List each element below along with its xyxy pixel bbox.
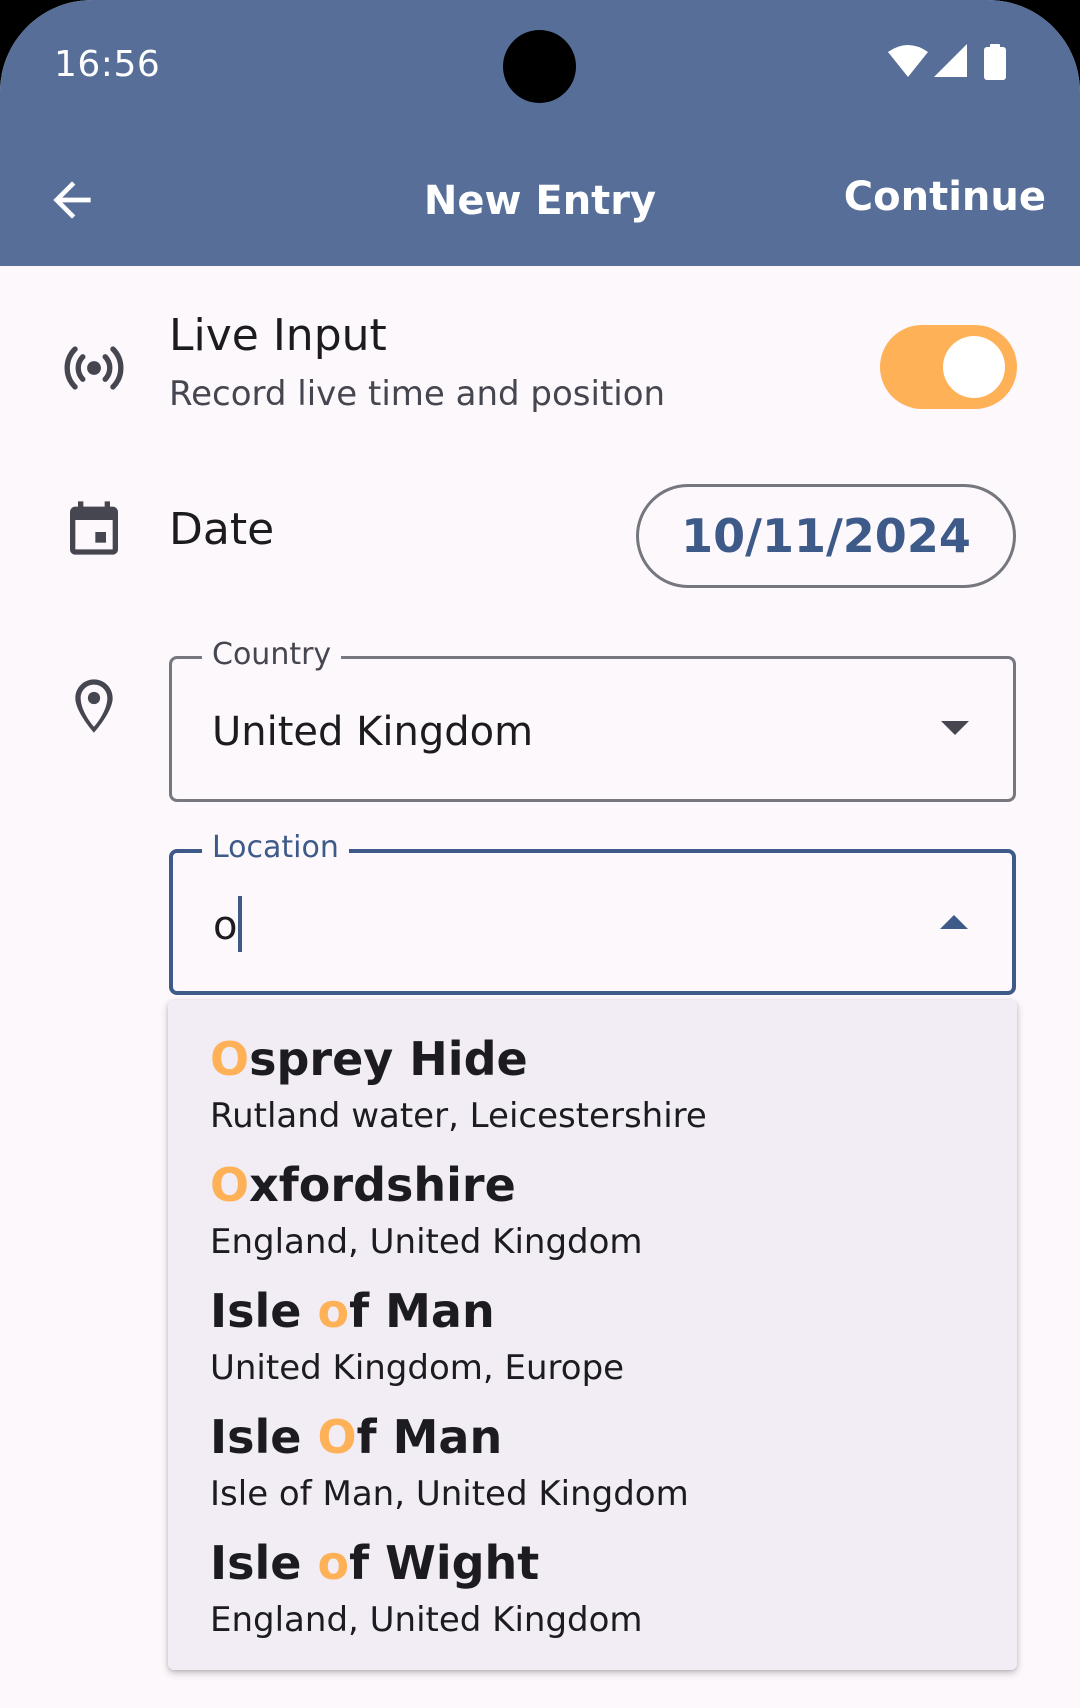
suggestion-subtitle: Rutland water, Leicestershire	[210, 1096, 707, 1136]
match-highlight: O	[210, 1158, 250, 1212]
broadcast-icon	[62, 336, 126, 400]
suggestion-title: Oxfordshire	[210, 1158, 643, 1212]
title-prefix: Isle	[210, 1536, 318, 1590]
battery-icon	[984, 44, 1006, 85]
country-value: United Kingdom	[212, 709, 534, 755]
toggle-knob	[943, 336, 1005, 398]
suggestion-title: Isle Of Man	[210, 1410, 689, 1464]
date-picker-button[interactable]: 10/11/2024	[636, 484, 1016, 588]
location-pin-icon	[62, 674, 126, 738]
camera-cutout	[503, 30, 576, 103]
chevron-down-icon	[941, 721, 969, 735]
match-highlight: o	[317, 1536, 350, 1590]
title-suffix: sprey Hide	[249, 1032, 528, 1086]
live-input-subtitle: Record live time and position	[169, 374, 666, 414]
continue-button[interactable]: Continue	[844, 174, 1046, 220]
location-label: Location	[202, 830, 349, 865]
title-suffix: xfordshire	[249, 1158, 516, 1212]
live-input-title: Live Input	[169, 310, 387, 361]
location-value: o	[213, 903, 238, 949]
suggestion-title: Isle of Wight	[210, 1536, 643, 1590]
live-input-toggle[interactable]	[880, 325, 1017, 409]
date-label: Date	[169, 504, 275, 555]
app-screen: 16:56 New Entry Continue Live Input Reco…	[0, 0, 1080, 1708]
suggestion-subtitle: England, United Kingdom	[210, 1222, 643, 1262]
suggestion-item[interactable]: Oxfordshire England, United Kingdom	[210, 1158, 643, 1262]
country-label: Country	[202, 637, 342, 672]
text-cursor	[238, 896, 243, 952]
suggestion-subtitle: England, United Kingdom	[210, 1600, 643, 1640]
location-value-wrap: o	[213, 896, 243, 952]
calendar-icon	[62, 496, 126, 560]
suggestion-item[interactable]: Isle Of Man Isle of Man, United Kingdom	[210, 1410, 689, 1514]
location-input[interactable]: Location o	[169, 830, 1016, 995]
app-bar: 16:56 New Entry Continue	[0, 0, 1080, 266]
title-suffix: f Wight	[349, 1536, 540, 1590]
suggestion-title: Osprey Hide	[210, 1032, 707, 1086]
suggestion-subtitle: Isle of Man, United Kingdom	[210, 1474, 689, 1514]
status-time: 16:56	[54, 44, 161, 85]
match-highlight: O	[210, 1032, 250, 1086]
signal-icon	[934, 44, 968, 83]
suggestion-item[interactable]: Osprey Hide Rutland water, Leicestershir…	[210, 1032, 707, 1136]
chevron-up-icon[interactable]	[940, 915, 968, 929]
match-highlight: o	[317, 1284, 350, 1338]
wifi-icon	[888, 44, 928, 83]
suggestion-item[interactable]: Isle of Man United Kingdom, Europe	[210, 1284, 624, 1388]
title-suffix: f Man	[356, 1410, 503, 1464]
suggestion-title: Isle of Man	[210, 1284, 624, 1338]
suggestion-item[interactable]: Isle of Wight England, United Kingdom	[210, 1536, 643, 1640]
suggestion-subtitle: United Kingdom, Europe	[210, 1348, 625, 1388]
title-suffix: f Man	[349, 1284, 495, 1338]
location-suggestions: Osprey Hide Rutland water, Leicestershir…	[168, 1000, 1017, 1670]
country-select[interactable]: Country United Kingdom	[169, 637, 1016, 802]
match-highlight: O	[317, 1410, 357, 1464]
title-prefix: Isle	[210, 1284, 318, 1338]
title-prefix: Isle	[210, 1410, 318, 1464]
